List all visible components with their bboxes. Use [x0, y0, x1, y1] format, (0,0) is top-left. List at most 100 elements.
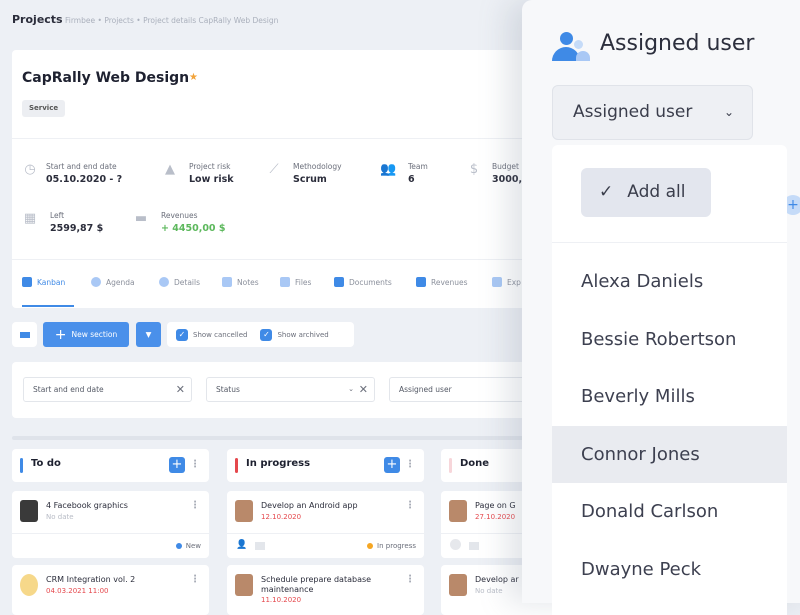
clear-icon[interactable]: ✕	[176, 378, 185, 401]
more-icon[interactable]: ⋮	[405, 575, 415, 585]
tab-agenda[interactable]: Agenda	[91, 277, 135, 287]
team-icon: 👥	[380, 162, 397, 177]
date-filter-text: Start and end date	[33, 385, 104, 394]
task-title: Page on G	[475, 501, 516, 510]
more-icon[interactable]: ⋮	[190, 460, 200, 470]
more-icon[interactable]: ⋮	[190, 575, 200, 585]
stat-dates: ◷ Start and end date 05.10.2020 - ?	[22, 162, 122, 185]
horizontal-scrollbar[interactable]	[12, 436, 552, 440]
tab-kanban[interactable]: Kanban	[22, 277, 65, 287]
stat-label: Revenues	[161, 211, 198, 220]
tab-revenues[interactable]: Revenues	[416, 277, 468, 287]
show-cancelled-checkbox[interactable]: ✓	[176, 328, 188, 341]
breadcrumb-projects[interactable]: Projects	[104, 16, 134, 25]
document-icon	[334, 277, 344, 287]
filter-button[interactable]: ▼	[136, 322, 161, 347]
status-text: New	[185, 542, 201, 550]
clock-icon: ◷	[24, 162, 36, 177]
task-card[interactable]: Develop an Android app 12.10.2020 ⋮ 👤 In pro…	[227, 491, 424, 558]
stat-value: Scrum	[293, 174, 327, 185]
task-title: CRM Integration vol. 2	[46, 575, 136, 584]
more-icon[interactable]: ⋮	[190, 501, 200, 511]
divider	[12, 138, 552, 139]
folder-icon	[469, 542, 479, 550]
tab-expenses[interactable]: Exp	[492, 277, 521, 287]
tab-label: Exp	[507, 277, 521, 287]
user-filter-text: Assigned user	[399, 385, 452, 394]
task-date: 27.10.2020	[475, 513, 516, 521]
avatar	[20, 574, 38, 596]
tab-label: Files	[295, 277, 312, 287]
task-footer: New	[12, 533, 209, 557]
breadcrumb-current: Project details CapRally Web Design	[143, 16, 279, 25]
divider	[552, 242, 787, 243]
status-dot	[367, 543, 374, 549]
tab-label: Kanban	[37, 277, 66, 287]
status-filter-select[interactable]: Status ⌄ ✕	[206, 377, 375, 402]
status-badge: New	[175, 542, 201, 550]
add-task-button[interactable]: +	[169, 457, 185, 473]
stat-risk: ▲ Project risk Low risk	[162, 162, 234, 185]
clock-icon	[91, 277, 101, 287]
user-option[interactable]: Bessie Robertson	[552, 311, 787, 368]
tab-details[interactable]: Details	[159, 277, 200, 287]
show-archived-checkbox[interactable]: ✓	[260, 328, 273, 341]
tab-label: Revenues	[431, 277, 468, 287]
collapse-button[interactable]	[12, 322, 37, 347]
task-card[interactable]: CRM Integration vol. 2 04.03.2021 11:00 ⋮	[12, 565, 209, 615]
column-color-bar	[235, 458, 238, 473]
status-text: In progress	[377, 542, 416, 550]
user-option[interactable]: Donald Carlson	[552, 483, 787, 540]
tab-files[interactable]: Files	[280, 277, 311, 287]
new-section-button[interactable]: + New section	[43, 322, 129, 347]
more-icon[interactable]: ⋮	[405, 501, 415, 511]
task-card[interactable]: Schedule prepare database maintenance 11.1…	[227, 565, 424, 615]
column-color-bar	[20, 458, 23, 473]
stat-label: Left	[50, 211, 65, 220]
task-date: 04.03.2021 11:00	[46, 587, 109, 595]
avatar	[235, 500, 253, 522]
select-value: Assigned user	[573, 102, 693, 122]
project-title: CapRally Web Design	[22, 70, 190, 86]
status-filter-text: Status	[216, 385, 240, 394]
task-card[interactable]: 4 Facebook graphics No date ⋮ New	[12, 491, 209, 558]
stat-label: Methodology	[293, 162, 342, 171]
stat-team: 👥 Team 6	[380, 162, 428, 185]
add-task-button[interactable]: +	[384, 457, 400, 473]
assigned-user-select[interactable]: Assigned user ⌄	[552, 85, 753, 140]
breadcrumb-firmbee[interactable]: Firmbee	[65, 16, 95, 25]
task-date: No date	[475, 587, 503, 595]
plus-icon: +	[54, 326, 67, 343]
column-header-todo: To do + ⋮	[12, 449, 209, 482]
column-color-bar	[449, 458, 452, 473]
user-option-highlighted[interactable]: Connor Jones	[552, 426, 787, 483]
add-all-button[interactable]: ✓ Add all	[581, 168, 711, 217]
info-icon	[450, 539, 461, 550]
show-archived-label: Show archived	[277, 330, 329, 339]
avatar	[20, 500, 38, 522]
clear-icon[interactable]: ✕	[359, 378, 368, 401]
tab-notes[interactable]: Notes	[222, 277, 259, 287]
dollar-icon: $	[469, 162, 479, 177]
task-date: 12.10.2020	[261, 513, 302, 521]
user-option[interactable]: Alexa Daniels	[552, 253, 787, 310]
date-filter-input[interactable]: Start and end date ✕	[23, 377, 192, 402]
wallet-icon	[416, 277, 426, 287]
show-cancelled-label: Show cancelled	[193, 330, 248, 339]
user-option[interactable]: Beverly Mills	[552, 368, 787, 425]
stat-value: 05.10.2020 - ?	[46, 174, 123, 185]
active-tab-indicator	[22, 305, 74, 307]
task-title-line2: maintenance	[261, 585, 314, 594]
warning-icon: ▲	[165, 162, 175, 177]
user-option[interactable]: Dwayne Peck	[552, 541, 787, 598]
star-icon[interactable]: ★	[189, 72, 198, 83]
task-title: Develop an Android app	[261, 501, 358, 510]
new-section-label: New section	[71, 330, 118, 339]
tab-label: Details	[174, 277, 201, 287]
task-title: 4 Facebook graphics	[46, 501, 128, 510]
calculator-icon: ▦	[23, 211, 37, 226]
stat-value: 6	[408, 174, 415, 185]
tab-documents[interactable]: Documents	[334, 277, 392, 287]
stat-value: Low risk	[189, 174, 234, 185]
more-icon[interactable]: ⋮	[405, 460, 415, 470]
